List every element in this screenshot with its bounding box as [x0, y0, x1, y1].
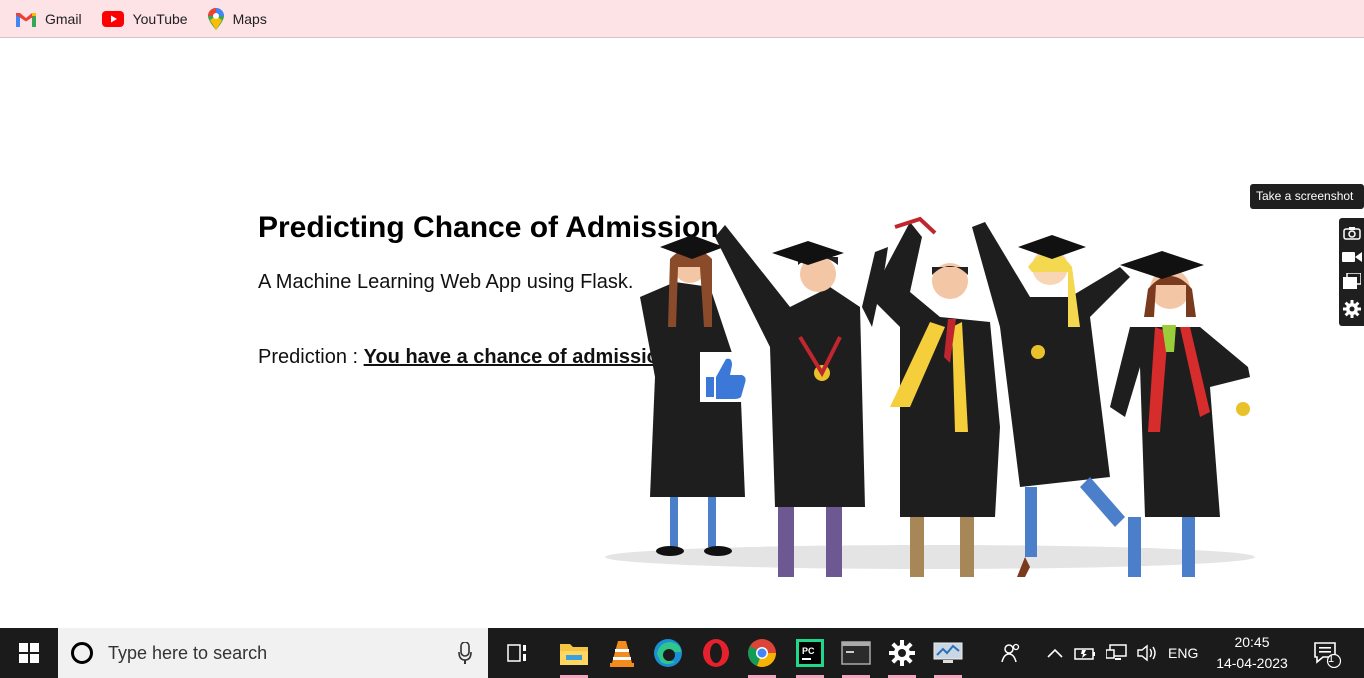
vlc-button[interactable]	[600, 628, 644, 678]
svg-text:PC: PC	[802, 646, 815, 656]
volume-button[interactable]	[1134, 628, 1160, 678]
search-placeholder: Type here to search	[108, 642, 268, 663]
terminal-button[interactable]	[834, 628, 878, 678]
network-monitor-button[interactable]	[926, 628, 970, 678]
show-hidden-icons-button[interactable]	[1044, 628, 1066, 678]
windows-logo-icon	[19, 643, 39, 663]
start-button[interactable]	[0, 628, 58, 678]
battery-icon	[1074, 648, 1095, 660]
task-view-button[interactable]	[496, 628, 540, 678]
people-icon	[1001, 643, 1020, 663]
graduate-figure	[870, 216, 1000, 577]
file-explorer-button[interactable]	[552, 628, 596, 678]
video-icon[interactable]	[1341, 251, 1362, 263]
graduates-illustration	[605, 216, 1255, 577]
network-monitor-icon	[933, 642, 963, 663]
taskbar-search[interactable]: Type here to search	[58, 628, 488, 678]
opera-icon	[703, 639, 729, 667]
maps-icon	[207, 7, 224, 30]
system-clock[interactable]: 20:45 14-04-2023	[1208, 632, 1296, 674]
thumbs-up-icon	[700, 352, 748, 402]
bookmark-label: YouTube	[132, 10, 188, 27]
speaker-icon	[1137, 644, 1156, 662]
bookmark-label: Gmail	[45, 10, 82, 27]
pycharm-button[interactable]: PC	[788, 628, 832, 678]
action-center-button[interactable]: 1	[1306, 628, 1346, 678]
page-subtitle: A Machine Learning Web App using Flask.	[258, 271, 634, 293]
microphone-icon[interactable]	[458, 642, 472, 664]
graduate-figure	[1110, 251, 1250, 577]
cortana-icon	[71, 642, 93, 664]
chevron-up-icon	[1047, 648, 1063, 658]
notification-icon	[1314, 642, 1341, 668]
chrome-button[interactable]	[740, 628, 784, 678]
youtube-icon	[101, 10, 124, 27]
opera-button[interactable]	[694, 628, 738, 678]
task-view-icon	[507, 644, 526, 662]
page-content: Predicting Chance of Admission A Machine…	[0, 39, 1364, 628]
bookmark-gmail[interactable]: Gmail	[16, 11, 82, 27]
clock-date: 14-04-2023	[1216, 655, 1288, 671]
people-button[interactable]	[996, 628, 1026, 678]
screenshot-toolbar	[1339, 218, 1364, 326]
battery-button[interactable]	[1072, 628, 1098, 678]
settings-icon	[889, 640, 915, 666]
network-button[interactable]	[1104, 628, 1130, 678]
taskbar: Type here to search PC ENG 20:45 14-04-2…	[0, 628, 1364, 678]
terminal-icon	[841, 641, 871, 665]
chrome-icon	[748, 639, 776, 667]
settings-button[interactable]	[880, 628, 924, 678]
settings-icon[interactable]	[1342, 299, 1361, 318]
language-indicator[interactable]: ENG	[1168, 645, 1198, 661]
vlc-icon	[610, 641, 634, 667]
bookmark-youtube[interactable]: YouTube	[101, 10, 188, 27]
pycharm-icon: PC	[796, 639, 824, 667]
network-icon	[1106, 644, 1127, 660]
camera-icon[interactable]	[1342, 226, 1361, 240]
windows-icon[interactable]	[1342, 273, 1361, 290]
bookmark-label: Maps	[232, 10, 267, 27]
bookmarks-bar: Gmail YouTube Maps	[0, 0, 1364, 38]
file-explorer-icon	[560, 644, 588, 665]
clock-time: 20:45	[1234, 634, 1270, 650]
edge-icon	[654, 639, 682, 667]
gmail-icon	[16, 12, 36, 27]
notification-count: 1	[1328, 653, 1335, 665]
bookmark-maps[interactable]: Maps	[207, 7, 267, 30]
prediction-label: Prediction :	[258, 346, 364, 368]
edge-button[interactable]	[646, 628, 690, 678]
screenshot-tooltip: Take a screenshot	[1250, 184, 1364, 209]
